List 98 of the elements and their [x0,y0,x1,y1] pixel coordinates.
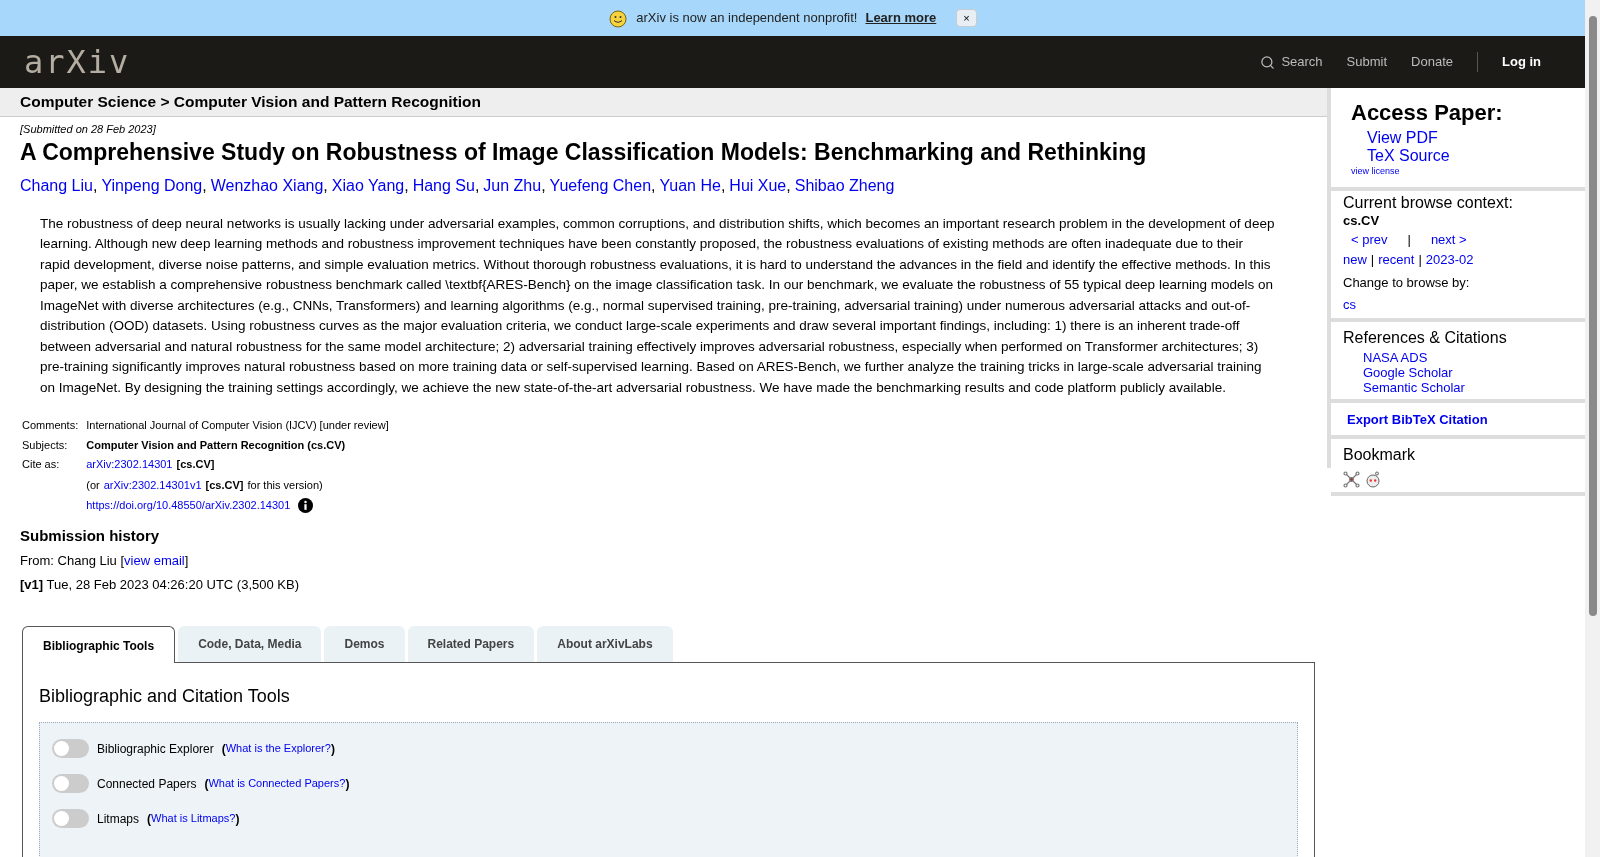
browse-context: cs.CV [1343,211,1381,230]
learn-more-link[interactable]: Learn more [865,8,937,28]
author-link[interactable]: Shibao Zheng [794,176,895,194]
version-info: Tue, 28 Feb 2023 04:26:20 UTC (3,500 KB) [46,576,299,592]
category-text: [cs.CV] [176,457,215,472]
breadcrumb: Computer Science > Computer Vision and Pattern Recognition [20,93,481,110]
scrollbar[interactable] [1585,0,1600,857]
text: for this version) [247,477,323,493]
sidebar-heading: Bookmark [1343,445,1417,465]
toggle-switch[interactable] [52,809,89,828]
tab[interactable]: Bibliographic Tools [22,626,176,663]
author-link[interactable]: Yinpeng Dong [101,176,203,194]
paper-link[interactable]: TeX Source [1367,147,1573,165]
text: International Journal of Computer Vision (IJCV) [under review] [86,418,389,433]
separator: , [323,176,328,194]
logo[interactable]: arXiv [24,38,131,86]
paren: ( [221,740,226,758]
author-link[interactable]: Yuan He [659,176,721,194]
separator: | [1418,250,1422,269]
sidebar-heading: References & Citations [1343,328,1508,348]
paper-link[interactable]: View PDF [1367,129,1573,147]
metadata-label: Subjects: [22,437,69,453]
tool-name: Bibliographic Explorer [97,740,214,758]
nav-link[interactable]: Submit [1346,52,1388,72]
tab[interactable]: Demos [324,626,405,662]
login-link[interactable]: Log in [1502,52,1561,72]
next-link[interactable]: next > [1430,230,1467,250]
nav-link[interactable]: Donate [1411,52,1453,72]
alien-icon[interactable] [1364,471,1382,488]
panel-heading: Bibliographic and Citation Tools [39,685,291,708]
author-link[interactable]: Chang Liu [20,176,93,194]
author-link[interactable]: Hui Xue [729,176,787,194]
browse-link[interactable]: cs [1343,294,1573,314]
abstract: The robustness of deep neural networks is usually lacking under adversarial examples, common corruptions, and distribution shifts, which becomes an important research problem in the development of deep learning. Although new deep learning methods and robustness improvement techniques have been constantly proposed, the robustness evaluations of existing methods are often inadequate due to their rapid development, diverse noise patterns, and simple evaluation metrics. Without thorough robustness evaluations, it is hard to understand the advances in the field and identify the effective methods. In this paper, we establish a comprehensive robustness benchmark called \textbf{ARES-Bench} on the image classification task. In our benchmark, we evaluate the robustness of 55 typical deep learning models on ImageNet with diverse architectures (e.g., CNNs, Transformers) and learning algorithms (e.g., normal supervised training, pre-training, adversarial training) under numerous adversarial attacks and out-of-distribution (OOD) datasets. Using robustness curves as the major evaluation criteria, we conduct large-scale experiments and draw several important findings, including: 1) there is an inherent trade-off between adversarial and natural robustness for the same model architecture; 2) adversarial training effectively improves adversarial robustness, especially when performed on Transformer architectures; 3) pre-training significantly improves natural robustness based on more training data or self-supervised learning. Based on ARES-Bench, we further analyze the training tricks in large-scale adversarial training on ImageNet. By designing the training settings accordingly, we achieve the new state-of-the-art adversarial robustness. We have made the benchmarking results and code platform publicly available. [40,214,1276,397]
separator: , [92,176,98,194]
category-text: Computer Vision and Pattern Recognition (cs.CV) [86,437,346,453]
separator: , [651,176,656,194]
version-label: [v1] [20,576,44,592]
paren: ) [330,740,335,758]
toggle-switch[interactable] [52,739,89,758]
text: From: Chang Liu [ [20,552,125,570]
browse-link[interactable]: new [1343,249,1367,269]
nav-link[interactable]: Search [1260,52,1323,72]
text: (or [86,477,100,493]
reference-link[interactable]: NASA ADS [1363,350,1573,365]
browse-link[interactable]: 2023-02 [1425,249,1474,269]
paper-title: A Comprehensive Study on Robustness of Image Classification Models: Benchmarking and Rethinking [20,137,1148,166]
tool-name: Litmaps [97,810,140,828]
close-button[interactable]: × [956,8,977,28]
toggle-switch[interactable] [52,774,89,793]
browse-label: Change to browse by: [1343,274,1471,292]
author-link[interactable]: Xiao Yang [331,176,405,194]
help-link[interactable]: What is Connected Papers? [208,775,346,792]
metadata-label: Comments: [22,418,80,433]
separator: , [786,176,791,194]
reference-link[interactable]: Google Scholar [1363,365,1573,380]
separator: , [202,176,207,194]
submission-date: [Submitted on 28 Feb 2023] [20,122,157,137]
separator: , [720,176,726,194]
metadata-label: Cite as: [22,457,61,472]
help-link[interactable]: What is Litmaps? [151,810,236,827]
reference-link[interactable]: Semantic Scholar [1363,380,1573,395]
tool-name: Connected Papers [97,775,197,793]
author-link[interactable]: Yuefeng Chen [549,176,652,194]
separator: , [541,176,546,194]
separator: | [1370,250,1375,269]
tab[interactable]: Code, Data, Media [178,626,322,662]
separator: | [1407,231,1411,249]
category-text: [cs.CV] [205,477,244,493]
link[interactable]: view email [124,551,185,571]
export-link[interactable]: Export BibTeX Citation [1347,412,1488,427]
text: ] [184,552,189,570]
paren: ) [345,775,350,793]
paren: ( [204,775,209,793]
paren: ( [147,810,152,828]
smiley-icon [608,8,629,28]
link[interactable]: https://doi.org/10.48550/arXiv.2302.14301 [86,497,291,514]
help-link[interactable]: What is the Explorer? [225,740,331,757]
paren: ) [235,810,240,828]
link[interactable]: arXiv:2302.14301v1 [103,476,202,493]
separator: , [474,176,480,194]
sidebar-heading: Current browse context: [1343,194,1514,211]
search-icon [1260,54,1276,70]
author-link[interactable]: Jun Zhu [483,176,542,194]
section-heading: Submission history [20,525,161,546]
author-link[interactable]: Wenzhao Xiang [210,176,324,194]
tab[interactable]: About arXivLabs [537,626,673,662]
prev-link[interactable]: < prev [1351,230,1388,250]
info-icon [298,497,314,513]
tab[interactable]: Related Papers [407,626,535,662]
browse-link[interactable]: recent [1378,249,1415,269]
author-link[interactable]: Hang Su [412,176,475,194]
banner-message: arXiv is now an independent nonprofit! [636,9,858,28]
license-link[interactable]: view license [1351,165,1573,179]
link[interactable]: arXiv:2302.14301 [86,456,173,473]
sidebar-heading: Access Paper: [1351,99,1504,127]
separator: , [404,176,409,194]
network-icon[interactable] [1343,471,1360,488]
